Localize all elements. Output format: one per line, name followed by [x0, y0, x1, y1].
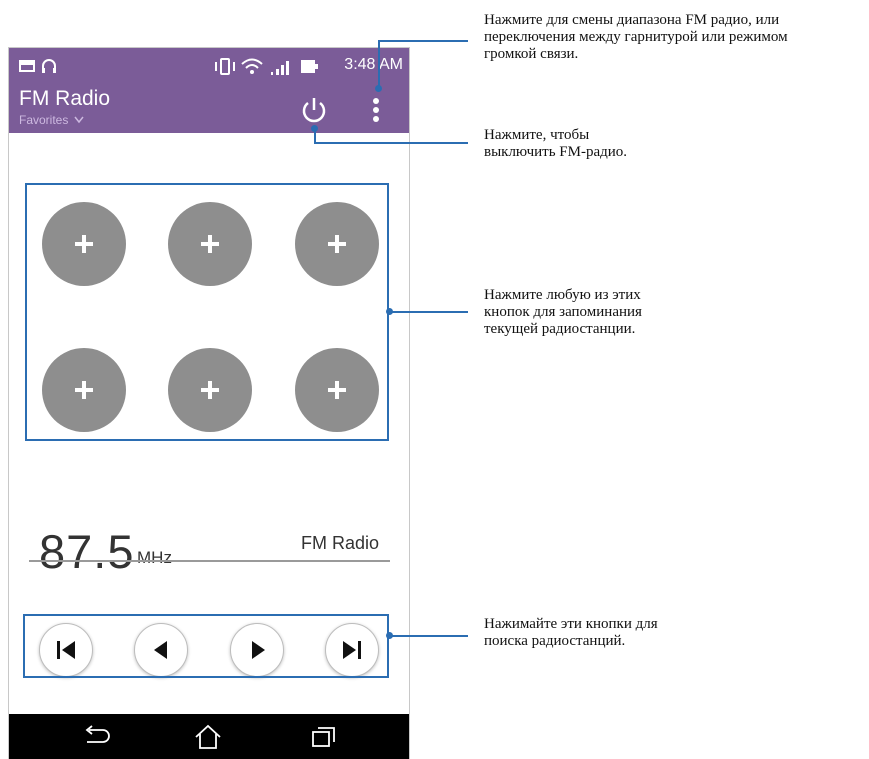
favorites-dropdown[interactable]: Favorites — [19, 113, 84, 127]
menu-callout-line-3: громкой связи. — [484, 46, 579, 62]
wifi-icon — [241, 58, 263, 74]
controls-callout-line-1: Нажимайте эти кнопки для — [484, 616, 658, 632]
frequency-divider — [29, 560, 390, 562]
clock: 3:48 AM — [344, 56, 403, 73]
status-bar: 3:48 AM — [9, 48, 409, 87]
power-icon[interactable] — [299, 95, 329, 125]
app-title: FM Radio — [19, 87, 111, 110]
controls-callout-line-2: поиска радиостанций. — [484, 633, 626, 649]
menu-callout-line-2: переключения между гарнитурой или режимо… — [484, 29, 788, 45]
presets-callout-line-2: кнопок для запоминания — [484, 304, 642, 320]
controls-callout-text: Нажимайте эти кнопки для поиска радиоста… — [484, 616, 658, 650]
frequency-unit: MHz — [137, 548, 172, 567]
signal-icon — [271, 61, 289, 75]
power-callout-line-2: выключить FM-радио. — [484, 144, 628, 160]
power-callout-line — [314, 142, 468, 144]
favorites-label: Favorites — [19, 113, 69, 127]
home-icon[interactable] — [193, 724, 223, 750]
presets-callout-line-1: Нажмите любую из этих — [484, 287, 641, 303]
headset-icon — [42, 59, 56, 73]
controls-callout-dot — [386, 632, 393, 639]
app-bar: FM Radio Favorites — [9, 87, 409, 133]
vibrate-icon — [215, 58, 235, 75]
menu-callout-text: Нажмите для смены диапазона FM радио, ил… — [484, 12, 788, 63]
menu-callout-line-vertical — [378, 40, 380, 88]
controls-highlight-box — [23, 614, 389, 678]
presets-callout-line-3: текущей радиостанции. — [484, 321, 636, 337]
frequency-value: 87.5 — [39, 525, 135, 578]
presets-highlight-box — [25, 183, 389, 441]
image-notification-icon — [19, 60, 35, 72]
chevron-down-icon — [74, 116, 84, 124]
battery-icon — [301, 60, 318, 73]
navigation-bar — [9, 714, 409, 759]
power-callout-dot — [311, 125, 318, 132]
back-icon[interactable] — [81, 724, 113, 750]
band-label: FM Radio — [300, 533, 379, 553]
menu-callout-line-1: Нажмите для смены диапазона FM радио, ил… — [484, 12, 780, 28]
presets-callout-line — [390, 311, 468, 313]
menu-callout-line — [378, 40, 468, 42]
menu-callout-dot — [375, 85, 382, 92]
power-callout-text: Нажмите, чтобы выключить FM-радио. — [484, 127, 627, 161]
power-callout-line-1: Нажмите, чтобы — [484, 127, 590, 143]
presets-callout-dot — [386, 308, 393, 315]
presets-callout-text: Нажмите любую из этих кнопок для запомин… — [484, 287, 642, 338]
recent-apps-icon[interactable] — [309, 724, 339, 750]
overflow-menu-icon[interactable] — [369, 97, 383, 123]
controls-callout-line — [390, 635, 468, 637]
